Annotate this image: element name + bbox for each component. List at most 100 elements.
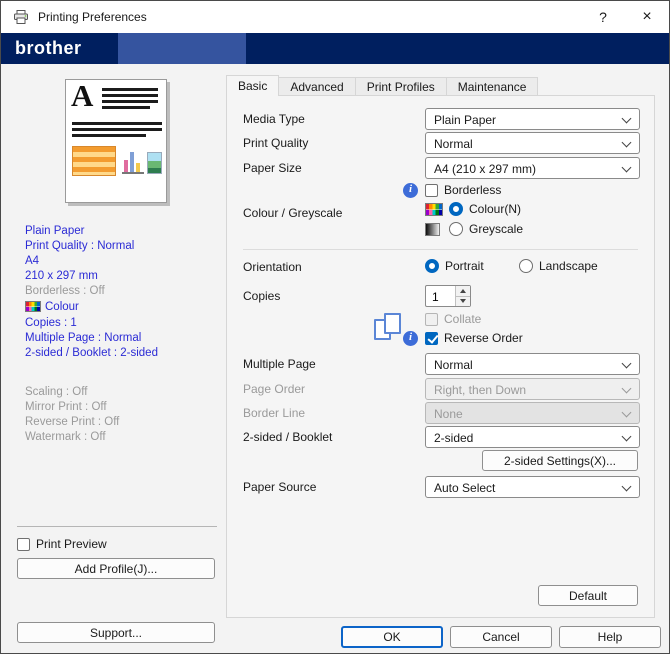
help-button[interactable]: Help	[559, 626, 661, 648]
reverse-order-label: Reverse Order	[444, 331, 523, 345]
borderless-label: Borderless	[444, 183, 501, 197]
copies-stepper[interactable]: 1	[425, 285, 471, 307]
multiple-page-value: Normal	[434, 358, 473, 372]
media-type-select[interactable]: Plain Paper	[425, 108, 640, 130]
add-profile-button[interactable]: Add Profile(J)...	[17, 558, 215, 579]
summary-copies: Copies : 1	[25, 315, 227, 330]
print-preview-checkbox[interactable]: Print Preview	[17, 537, 107, 551]
summary-mirror-print: Mirror Print : Off	[25, 399, 227, 414]
greyscale-radio-button[interactable]	[449, 222, 463, 236]
summary-paper-dimensions: 210 x 297 mm	[25, 268, 227, 283]
window-title: Printing Preferences	[38, 10, 147, 24]
colour-option-row: Colour / Greyscale Colour(N)	[243, 202, 638, 218]
portrait-radio-button[interactable]	[425, 259, 439, 273]
close-button[interactable]: ×	[625, 1, 669, 33]
page-order-value: Right, then Down	[434, 383, 526, 397]
copies-spin-buttons	[455, 286, 470, 306]
greyscale-option-row: Greyscale	[243, 222, 638, 238]
brother-banner: brother	[1, 33, 669, 64]
section-divider	[243, 249, 638, 250]
default-button[interactable]: Default	[538, 585, 638, 606]
chevron-down-icon	[622, 408, 632, 418]
multiple-page-select[interactable]: Normal	[425, 353, 640, 375]
two-sided-value: 2-sided	[434, 431, 473, 445]
border-line-select: None	[425, 402, 640, 424]
preview-photo-graphic	[147, 152, 162, 174]
two-sided-settings-button[interactable]: 2-sided Settings(X)...	[482, 450, 638, 471]
copies-row: Copies 1	[243, 285, 638, 307]
title-bar: Printing Preferences ? ×	[1, 1, 669, 33]
preview-chart-graphic	[122, 144, 144, 174]
colour-radio[interactable]: Colour(N)	[449, 202, 521, 216]
reverse-order-checkbox[interactable]: Reverse Order	[425, 331, 523, 345]
print-quality-value: Normal	[434, 137, 473, 151]
chevron-down-icon	[622, 359, 632, 369]
greyscale-radio-label: Greyscale	[469, 222, 523, 236]
paper-size-label: Paper Size	[243, 161, 302, 175]
paper-source-value: Auto Select	[434, 481, 495, 495]
paper-size-select[interactable]: A4 (210 x 297 mm)	[425, 157, 640, 179]
summary-watermark: Watermark : Off	[25, 429, 227, 444]
summary-scaling: Scaling : Off	[25, 384, 227, 399]
colour-radio-button[interactable]	[449, 202, 463, 216]
landscape-radio[interactable]: Landscape	[519, 259, 598, 273]
print-quality-label: Print Quality	[243, 136, 308, 150]
default-row: Default	[243, 585, 638, 607]
tab-maintenance[interactable]: Maintenance	[447, 77, 539, 96]
collate-checkbox: Collate	[425, 312, 481, 326]
print-quality-row: Print Quality Normal	[243, 132, 638, 154]
summary-colour: Colour	[25, 298, 227, 315]
two-sided-settings-row: 2-sided Settings(X)...	[243, 450, 638, 472]
help-titlebar-button[interactable]: ?	[581, 1, 625, 33]
greyscale-radio[interactable]: Greyscale	[449, 222, 523, 236]
info-icon	[403, 331, 418, 346]
spinner-up-button[interactable]	[456, 286, 470, 297]
support-button[interactable]: Support...	[17, 622, 215, 643]
cancel-button[interactable]: Cancel	[450, 626, 552, 648]
two-sided-row: 2-sided / Booklet 2-sided	[243, 426, 638, 448]
colour-radio-label: Colour(N)	[469, 202, 521, 216]
two-sided-select[interactable]: 2-sided	[425, 426, 640, 448]
reverse-order-checkbox-box[interactable]	[425, 332, 438, 345]
media-type-row: Media Type Plain Paper	[243, 108, 638, 130]
ok-button[interactable]: OK	[341, 626, 443, 648]
tab-advanced[interactable]: Advanced	[279, 77, 355, 96]
media-type-value: Plain Paper	[434, 113, 496, 127]
print-preview-checkbox-box[interactable]	[17, 538, 30, 551]
paper-source-row: Paper Source Auto Select	[243, 476, 638, 498]
printing-preferences-dialog: Printing Preferences ? × brother A	[0, 0, 670, 654]
banner-accent-block	[118, 33, 246, 64]
dialog-content: A Plain Paper Print Quality : Normal	[1, 64, 669, 653]
landscape-radio-label: Landscape	[539, 259, 598, 273]
multiple-page-label: Multiple Page	[243, 357, 316, 371]
preview-letter: A	[71, 78, 93, 114]
paper-size-value: A4 (210 x 297 mm)	[434, 162, 536, 176]
spinner-down-button[interactable]	[456, 297, 470, 307]
colour-greyscale-label: Colour / Greyscale	[243, 206, 342, 220]
border-line-value: None	[434, 407, 463, 421]
print-quality-select[interactable]: Normal	[425, 132, 640, 154]
chevron-down-icon	[622, 163, 632, 173]
collate-label: Collate	[444, 312, 481, 326]
page-order-row: Page Order Right, then Down	[243, 378, 638, 400]
two-sided-label: 2-sided / Booklet	[243, 430, 332, 444]
summary-media-type: Plain Paper	[25, 223, 227, 238]
landscape-radio-button[interactable]	[519, 259, 533, 273]
summary-multiple-page: Multiple Page : Normal	[25, 330, 227, 345]
summary-paper-size: A4	[25, 253, 227, 268]
borderless-checkbox[interactable]: Borderless	[425, 183, 501, 197]
summary-list: Plain Paper Print Quality : Normal A4 21…	[25, 223, 227, 444]
portrait-radio[interactable]: Portrait	[425, 259, 484, 273]
page-order-select: Right, then Down	[425, 378, 640, 400]
tab-print-profiles[interactable]: Print Profiles	[356, 77, 447, 96]
orientation-label: Orientation	[243, 260, 302, 274]
colour-palette-icon	[425, 203, 443, 216]
summary-print-quality: Print Quality : Normal	[25, 238, 227, 253]
chevron-down-icon	[622, 482, 632, 492]
orientation-row: Orientation Portrait Landscape	[243, 259, 638, 275]
paper-source-select[interactable]: Auto Select	[425, 476, 640, 498]
brother-logo: brother	[15, 38, 82, 59]
borderless-checkbox-box[interactable]	[425, 184, 438, 197]
preview-thumbnail: A	[65, 79, 167, 203]
tab-basic[interactable]: Basic	[226, 75, 279, 96]
